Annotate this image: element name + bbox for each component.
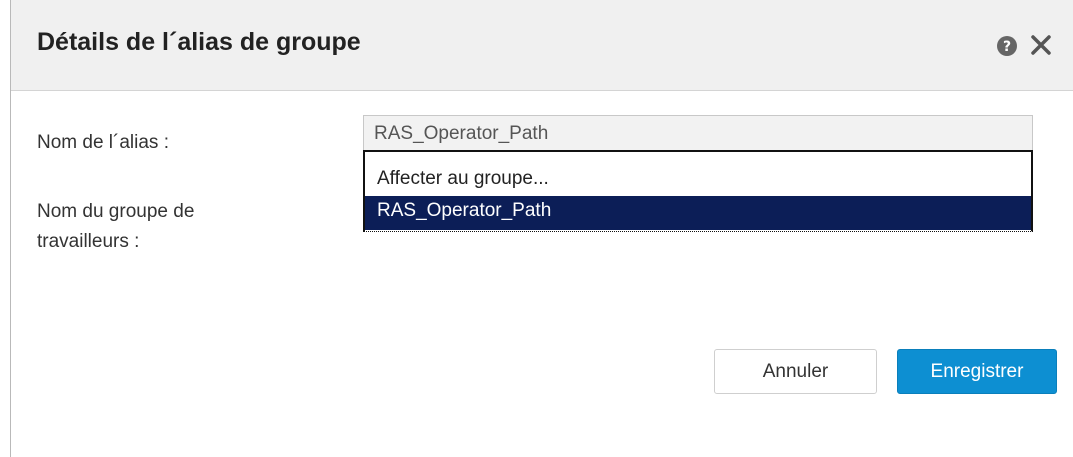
help-icon[interactable]: ?: [996, 35, 1018, 57]
dialog-title: Détails de l´alias de groupe: [37, 28, 361, 56]
worker-group-label-line1: Nom du groupe de: [37, 201, 195, 222]
group-alias-dialog: Détails de l´alias de groupe ? Nom de l´…: [10, 0, 1073, 457]
alias-name-label: Nom de l´alias :: [37, 132, 169, 153]
worker-group-dropdown-list[interactable]: Affecter au groupe... RAS_Operator_Path: [363, 150, 1033, 232]
dropdown-option-assign-group[interactable]: Affecter au groupe...: [365, 162, 1031, 192]
cancel-button[interactable]: Annuler: [714, 349, 877, 394]
dialog-header: Détails de l´alias de groupe ?: [11, 0, 1073, 91]
worker-group-label: Nom du groupe de travailleurs :: [37, 197, 194, 257]
dropdown-option-selected[interactable]: RAS_Operator_Path: [365, 196, 1031, 230]
close-icon[interactable]: [1028, 32, 1054, 58]
svg-text:?: ?: [1003, 39, 1011, 55]
save-button[interactable]: Enregistrer: [897, 349, 1057, 394]
alias-name-field[interactable]: RAS_Operator_Path: [363, 115, 1033, 151]
worker-group-label-line2: travailleurs :: [37, 231, 140, 252]
